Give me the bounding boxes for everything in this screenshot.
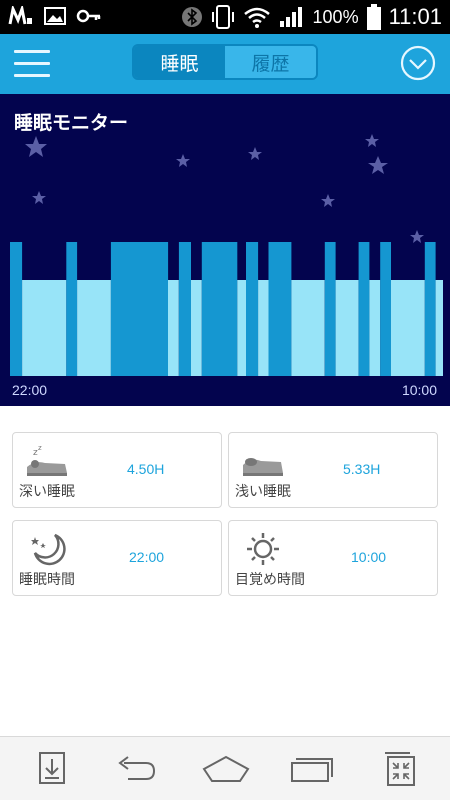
deep-sleep-card[interactable]: z z 深い睡眠 4.50H (12, 432, 222, 508)
status-right-icons: 100% 11:01 (181, 4, 442, 30)
deep-sleep-bar (178, 242, 191, 376)
app-header: 睡眠 履歴 (0, 34, 450, 94)
home-icon[interactable] (202, 751, 250, 787)
light-sleep-value: 5.33H (343, 461, 381, 477)
light-sleep-bar (258, 280, 269, 376)
light-sleep-card[interactable]: 浅い睡眠 5.33H (228, 432, 438, 508)
status-bar: 100% 11:01 (0, 0, 450, 34)
deep-sleep-bar (66, 242, 78, 376)
bedtime-value: 22:00 (129, 549, 165, 565)
wake-time-card[interactable]: 目覚め時間 10:00 (228, 520, 438, 596)
deep-sleep-bar (10, 242, 23, 376)
deep-sleep-bar (110, 242, 169, 376)
light-sleep-bar (435, 280, 443, 376)
key-icon (76, 9, 101, 23)
wifi-icon (243, 7, 270, 28)
light-sleep-bar (77, 280, 111, 376)
status-left-icons (8, 6, 102, 26)
back-icon[interactable] (116, 751, 156, 787)
light-sleep-bar (22, 280, 67, 376)
deep-sleep-bar (424, 242, 436, 376)
wake-time-value: 10:00 (351, 549, 387, 565)
vibrate-icon (211, 5, 234, 29)
chart-end-time: 10:00 (401, 382, 437, 398)
deep-sleep-bar (246, 242, 259, 376)
deep-sleep-icon: z z (27, 444, 67, 476)
deep-sleep-bar (268, 242, 292, 376)
chart-start-time: 22:00 (12, 382, 48, 398)
screenshot-icon[interactable] (380, 751, 420, 787)
bluetooth-icon (181, 7, 202, 27)
tab-sleep[interactable]: 睡眠 (134, 46, 225, 78)
light-sleep-bar (168, 280, 179, 376)
download-icon[interactable] (32, 751, 72, 787)
clock: 11:01 (388, 4, 442, 29)
bedtime-card[interactable]: 睡眠時間 22:00 (12, 520, 222, 596)
light-sleep-bar (291, 280, 325, 376)
sleep-monitor-panel: 睡眠モニター 22:00 10:00 (0, 94, 450, 406)
deep-sleep-label: 深い睡眠 (19, 484, 75, 500)
deep-sleep-bar (324, 242, 336, 376)
light-sleep-bar (335, 280, 359, 376)
light-sleep-bar (191, 280, 202, 376)
hamburger-menu-icon[interactable] (14, 46, 50, 82)
light-sleep-label: 浅い睡眠 (235, 484, 291, 500)
chevron-down-circle-icon[interactable] (400, 45, 436, 81)
tab-history[interactable]: 履歴 (225, 46, 316, 78)
light-sleep-bar (391, 280, 425, 376)
lg-icon (8, 6, 32, 25)
moon-stars-icon (31, 533, 66, 566)
deep-sleep-value: 4.50H (127, 461, 165, 477)
deep-sleep-bar (201, 242, 238, 376)
battery-percent: 100% (312, 6, 359, 27)
light-sleep-bar (369, 280, 381, 376)
image-icon (44, 7, 66, 25)
sleep-stage-chart (10, 242, 443, 376)
signal-icon (279, 7, 302, 27)
light-sleep-icon (243, 458, 283, 476)
deep-sleep-bar (380, 242, 391, 376)
view-switcher: 睡眠 履歴 (132, 44, 318, 80)
svg-text:z: z (38, 444, 42, 452)
wake-time-label: 目覚め時間 (235, 572, 305, 588)
sun-icon (247, 533, 279, 565)
recents-icon[interactable] (290, 751, 334, 787)
system-nav-bar (0, 736, 450, 800)
deep-sleep-bar (358, 242, 370, 376)
light-sleep-bar (237, 280, 246, 376)
battery-icon (366, 4, 381, 30)
bedtime-label: 睡眠時間 (19, 572, 75, 588)
